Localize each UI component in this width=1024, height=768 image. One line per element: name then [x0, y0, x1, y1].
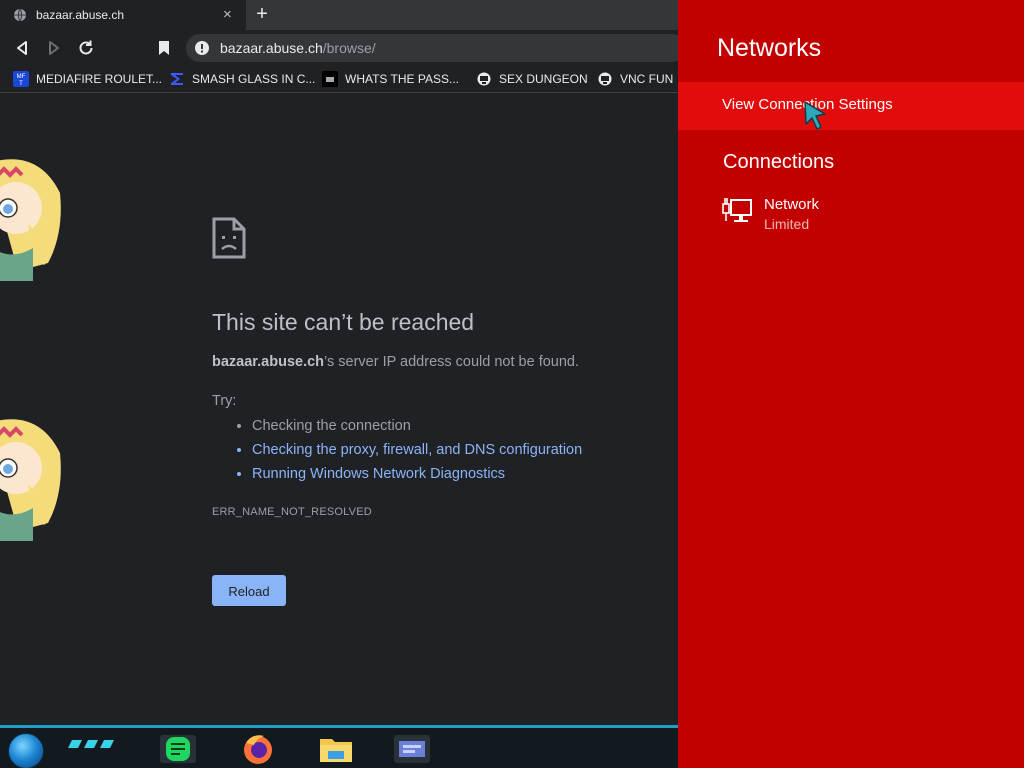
- connection-name: Network: [764, 196, 820, 213]
- mouse-cursor-icon: [804, 101, 826, 130]
- sigma-icon: [171, 73, 183, 85]
- connection-status: Limited: [764, 216, 810, 232]
- url-path: /browse/: [322, 40, 376, 56]
- cartoon-character-sticker: [0, 419, 61, 541]
- info-warning-icon[interactable]: [195, 41, 209, 55]
- new-tab-button[interactable]: +: [252, 4, 272, 25]
- browser-tab[interactable]: bazaar.abuse.ch ×: [0, 0, 246, 30]
- error-title: This site can’t be reached: [212, 309, 475, 335]
- bookmarks-bar: MF T MEDIAFIRE ROULET... SMASH GLASS IN …: [0, 66, 678, 93]
- bookmark-label: WHATS THE PASS...: [345, 72, 460, 86]
- view-connection-settings-button[interactable]: View Connection Settings: [678, 82, 1024, 130]
- bookmark-label: MEDIAFIRE ROULET...: [36, 72, 163, 86]
- window-app-icon[interactable]: [390, 731, 434, 767]
- back-icon[interactable]: [13, 39, 31, 57]
- toolbar: bazaar.abuse.ch/browse/: [0, 30, 678, 66]
- refresh-icon[interactable]: [77, 39, 95, 57]
- forward-icon[interactable]: [45, 39, 63, 57]
- reload-button[interactable]: Reload: [212, 575, 286, 606]
- firefox-icon[interactable]: [236, 731, 280, 767]
- bookmark-item[interactable]: SEX DUNGEON: [476, 70, 588, 88]
- wired-network-icon: [722, 198, 752, 222]
- globe-icon: [14, 8, 26, 22]
- error-code: ERR_NAME_NOT_RESOLVED: [212, 506, 372, 518]
- tab-strip: bazaar.abuse.ch × +: [0, 0, 678, 30]
- networks-panel: Networks View Connection Settings Connec…: [678, 0, 1024, 768]
- bookmark-label: VNC FUN: [620, 72, 674, 86]
- sad-document-icon: [212, 217, 246, 259]
- suggestion-list: Checking the connection Checking the pro…: [212, 415, 582, 487]
- suggestion-diagnostics-link[interactable]: Running Windows Network Diagnostics: [252, 463, 582, 487]
- address-bar[interactable]: bazaar.abuse.ch/browse/: [186, 34, 678, 62]
- vnc-icon: [477, 72, 491, 86]
- bookmark-item[interactable]: SMASH GLASS IN C...: [169, 70, 315, 88]
- url-host: bazaar.abuse.ch: [220, 40, 323, 56]
- taskbar-decoration: [68, 740, 114, 748]
- panel-title: Networks: [717, 34, 822, 62]
- mediafire-icon: MF T: [13, 71, 29, 87]
- suggestion-check-connection: Checking the connection: [252, 415, 582, 439]
- start-orb-button[interactable]: [8, 733, 44, 768]
- try-label: Try:: [212, 393, 237, 409]
- chat-app-icon[interactable]: [156, 731, 200, 767]
- browser-window: bazaar.abuse.ch × + bazaar.abuse.ch/brow…: [0, 0, 678, 768]
- svg-text:MF: MF: [17, 74, 26, 80]
- connections-heading: Connections: [723, 151, 835, 173]
- error-message: ’s server IP address could not be found.: [324, 354, 580, 370]
- url-text: bazaar.abuse.ch/browse/: [220, 40, 376, 56]
- cartoon-character-sticker: [0, 159, 61, 281]
- error-host: bazaar.abuse.ch: [212, 354, 325, 370]
- bookmark-label: SEX DUNGEON: [499, 72, 588, 86]
- tab-close-button[interactable]: ×: [223, 5, 232, 25]
- bookmark-item[interactable]: WHATS THE PASS...: [322, 70, 459, 88]
- site-icon: [322, 71, 338, 87]
- error-page: This site can’t be reached bazaar.abuse.…: [0, 93, 678, 725]
- error-description: bazaar.abuse.ch’s server IP address coul…: [212, 354, 579, 370]
- bookmark-icon[interactable]: [155, 39, 173, 57]
- svg-text:T: T: [19, 81, 23, 87]
- bookmark-item[interactable]: VNC FUN: [597, 70, 673, 88]
- bookmark-item[interactable]: MF T MEDIAFIRE ROULET...: [13, 70, 162, 88]
- vnc-icon: [598, 72, 612, 86]
- network-connection-item[interactable]: Network Limited: [722, 192, 1002, 238]
- suggestion-proxy-link[interactable]: Checking the proxy, firewall, and DNS co…: [252, 439, 582, 463]
- tab-title: bazaar.abuse.ch: [36, 8, 125, 22]
- bookmark-label: SMASH GLASS IN C...: [192, 72, 316, 86]
- taskbar: [0, 725, 678, 768]
- file-explorer-icon[interactable]: [314, 731, 358, 767]
